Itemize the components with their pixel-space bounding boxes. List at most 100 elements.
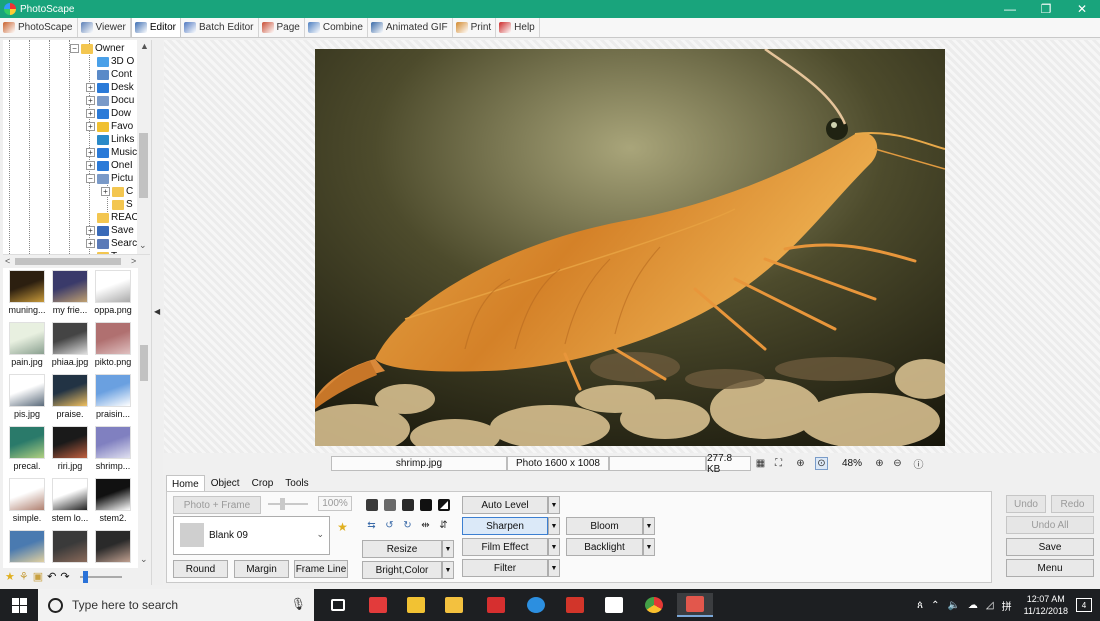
taskbar-search-box[interactable]: Type here to search 🎙 [38, 589, 314, 621]
margin-button[interactable]: Margin [234, 560, 289, 578]
tree-item[interactable]: − Owner [70, 42, 124, 55]
thumbnail-item[interactable]: riri.jpg [48, 423, 92, 475]
tree-expander-icon[interactable]: + [86, 148, 95, 157]
auto-level-dropdown[interactable]: ▼ [548, 496, 560, 514]
language-icon[interactable]: 拼 [1002, 598, 1012, 613]
film-effect-button[interactable]: Film Effect [462, 538, 548, 556]
tree-expander-icon[interactable]: + [86, 239, 95, 248]
sharpen-dropdown[interactable]: ▼ [548, 517, 560, 535]
frame-line-button[interactable]: Frame Line [294, 560, 348, 578]
save-button[interactable]: Save [1006, 538, 1094, 556]
tree-item[interactable]: + Save [86, 224, 134, 237]
chrome-taskbar-button[interactable] [636, 593, 672, 617]
tree-expander-icon[interactable]: − [70, 44, 79, 53]
folder-tree-vertical-scrollbar[interactable]: ▲ ⌄ [137, 40, 150, 254]
tree-item[interactable]: − Pictu [86, 172, 133, 185]
mail-taskbar-button[interactable] [596, 593, 632, 617]
tree-expander-icon[interactable]: + [86, 109, 95, 118]
tree-item[interactable]: Cont [86, 68, 132, 81]
thumbnail-item[interactable] [5, 527, 49, 568]
favorite-star-icon[interactable]: ★ [336, 520, 349, 534]
resize-button[interactable]: Resize [362, 540, 442, 558]
scroll-right-icon[interactable]: > [131, 256, 136, 266]
backlight-button[interactable]: Backlight [566, 538, 643, 556]
rotate-left-icon[interactable]: ↺ [383, 519, 396, 532]
flip-icon[interactable]: ⇆ [365, 519, 378, 532]
task-view-taskbar-button[interactable] [320, 593, 356, 617]
network-icon[interactable]: ◿ [986, 600, 994, 611]
thumbnail-item[interactable]: pain.jpg [5, 319, 49, 371]
tab-help[interactable]: Help [496, 18, 540, 37]
tree-item[interactable]: + C [101, 185, 133, 198]
tree-expander-icon[interactable]: + [86, 83, 95, 92]
filter-button[interactable]: Filter [462, 559, 548, 577]
clock[interactable]: 12:07 AM 11/12/2018 [1024, 593, 1068, 617]
thumbnail-item[interactable]: shrimp... [91, 423, 135, 475]
actual-size-icon[interactable]: ⊕ [794, 457, 807, 470]
tree-item[interactable]: + OneI [86, 159, 133, 172]
medium-shade-icon[interactable] [383, 498, 396, 511]
thumbnail-item[interactable] [48, 527, 92, 568]
sharpen-button[interactable]: Sharpen [462, 517, 548, 535]
frame-select[interactable]: Blank 09 ⌄ [173, 516, 330, 555]
maximize-button[interactable]: ❐ [1028, 0, 1064, 18]
shrimp-photo[interactable] [315, 49, 945, 446]
lego-taskbar-button[interactable] [478, 593, 514, 617]
back-arrow-icon[interactable]: ↶ [47, 570, 56, 583]
tab-viewer[interactable]: Viewer [78, 18, 131, 37]
tab-print[interactable]: Print [453, 18, 497, 37]
photoscape-taskbar-button[interactable] [677, 593, 713, 617]
tab-editor[interactable]: Editor [130, 18, 182, 37]
tree-item[interactable]: S [101, 198, 133, 211]
rotate-right-icon[interactable]: ↻ [401, 519, 414, 532]
open-folder-icon[interactable]: ▣ [33, 570, 43, 583]
undo-button[interactable]: Undo [1006, 495, 1046, 513]
tree-expander-icon[interactable]: − [86, 174, 95, 183]
tab-page[interactable]: Page [259, 18, 305, 37]
black-shade-icon[interactable] [419, 498, 432, 511]
thumbnail-item[interactable]: phiaa.jpg [48, 319, 92, 371]
zoom-in-icon[interactable]: ⊕ [873, 457, 886, 470]
fit-screen-icon[interactable]: ⛶ [772, 457, 785, 470]
tab-animated-gif[interactable]: Animated GIF [368, 18, 453, 37]
thumbnail-item[interactable]: precal. [5, 423, 49, 475]
notification-center-icon[interactable]: 4 [1076, 598, 1092, 612]
slider-knob[interactable] [280, 498, 285, 510]
scrollbar-thumb[interactable] [139, 133, 148, 198]
tree-item[interactable]: + Dow [86, 107, 131, 120]
tree-item[interactable]: 3D O [86, 55, 134, 68]
people-icon[interactable]: ጰ [917, 600, 923, 611]
show-hidden-icons-icon[interactable]: ⌃ [931, 600, 939, 611]
thumbnail-item[interactable]: simple. [5, 475, 49, 527]
tree-item[interactable]: + Favo [86, 120, 133, 133]
thumbnail-item[interactable]: oppa.png [91, 268, 135, 319]
tree-expander-icon[interactable]: + [86, 96, 95, 105]
favorite-star-icon[interactable]: ★ [5, 570, 15, 583]
thumbnail-item[interactable]: muning... [5, 268, 49, 319]
auto-level-button[interactable]: Auto Level [462, 496, 548, 514]
tree-expander-icon[interactable]: + [86, 226, 95, 235]
bloom-button[interactable]: Bloom [566, 517, 643, 535]
thumbnail-item[interactable]: praise. [48, 371, 92, 423]
editor-tab-object[interactable]: Object [205, 475, 246, 492]
file-explorer-taskbar-button[interactable] [436, 593, 472, 617]
tab-combine[interactable]: Combine [305, 18, 368, 37]
info-icon[interactable]: ⓘ [912, 457, 925, 471]
frame-percent[interactable]: 100% [318, 496, 352, 511]
scrollbar-thumb[interactable] [15, 258, 121, 265]
edge-taskbar-button[interactable] [518, 593, 554, 617]
tree-item[interactable]: + Docu [86, 94, 134, 107]
tree-expander-icon[interactable]: + [86, 122, 95, 131]
tree-item[interactable]: Links [86, 133, 134, 146]
dark-shade-icon[interactable] [365, 498, 378, 511]
folder-tree-horizontal-scrollbar[interactable]: < > [3, 254, 150, 267]
tree-item[interactable]: REAC [86, 211, 139, 224]
pdf-taskbar-button[interactable] [557, 593, 593, 617]
darker-shade-icon[interactable] [401, 498, 414, 511]
forward-arrow-icon[interactable]: ↷ [60, 570, 69, 583]
start-button[interactable] [0, 589, 38, 621]
filter-dropdown[interactable]: ▼ [548, 559, 560, 577]
thumbnail-size-slider[interactable] [79, 570, 122, 583]
microphone-icon[interactable]: 🎙 [291, 597, 306, 611]
folder-favorite-icon[interactable]: ⚘ [19, 570, 29, 583]
